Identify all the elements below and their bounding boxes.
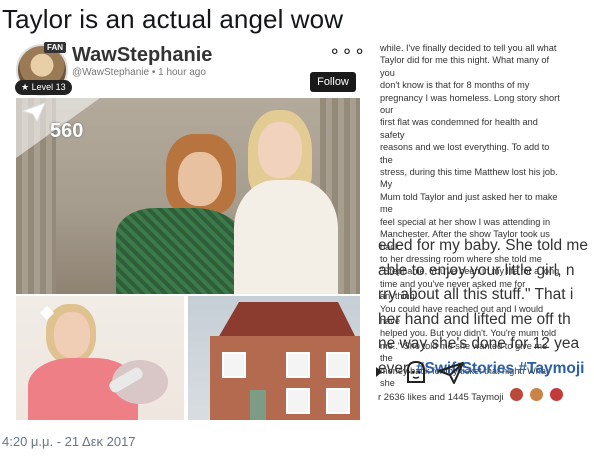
share-plane-icon[interactable] <box>438 362 464 384</box>
level-badge: ★ Level 13 <box>15 80 72 95</box>
play-icon[interactable] <box>376 364 384 380</box>
username[interactable]: WawStephanie <box>72 44 212 67</box>
taymoji-icon <box>530 388 543 401</box>
person-stephanie <box>226 110 346 294</box>
view-count-badge: 560 <box>16 98 100 158</box>
star-icon: ★ <box>21 82 30 92</box>
story-card-left: FAN ★ Level 13 WawStephanie @WawStephani… <box>8 42 366 420</box>
taymoji-face-icon[interactable] <box>404 360 428 386</box>
photo-house <box>188 296 360 420</box>
story-card-right: while. I've finally decided to tell you … <box>370 42 590 420</box>
photo-taylor-stephanie: 560 <box>16 98 360 294</box>
person-taylor <box>96 128 246 294</box>
taymoji-icon <box>550 388 563 401</box>
paper-plane-icon <box>22 102 46 122</box>
tweet-timestamp[interactable]: 4:20 μ.μ. - 21 Δεκ 2017 <box>2 434 136 449</box>
follow-button[interactable]: Follow <box>310 72 356 92</box>
photo-mother-baby <box>16 296 184 420</box>
likes-count: r 2636 likes and 1445 Taymoji <box>378 392 504 403</box>
level-label: Level 13 <box>31 82 66 92</box>
tweet-text: Taylor is an actual angel wow <box>2 4 344 34</box>
tweet-media[interactable]: FAN ★ Level 13 WawStephanie @WawStephani… <box>8 42 590 420</box>
story-text-large: eded for my baby. She told me able to en… <box>378 237 588 377</box>
fan-badge: FAN <box>44 42 66 53</box>
taymoji-icon <box>510 388 523 401</box>
handle-and-time: @WawStephanie • 1 hour ago <box>72 67 206 78</box>
more-dots-icon[interactable]: ⚬⚬⚬ <box>328 42 366 62</box>
view-count: 560 <box>50 120 84 142</box>
